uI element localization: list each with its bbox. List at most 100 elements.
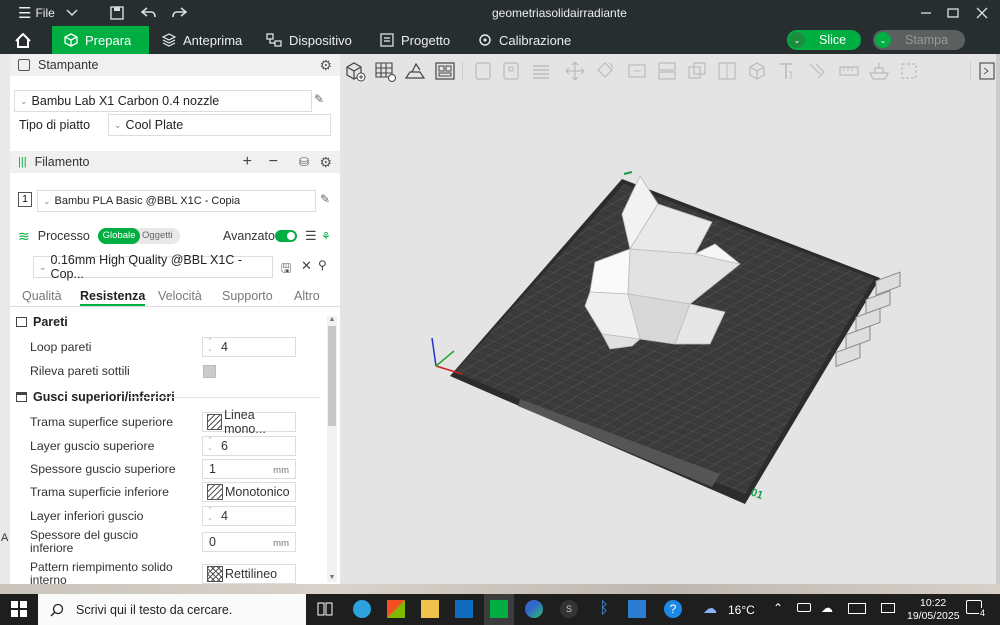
search-icon[interactable]: ⚲ [318,258,327,272]
add-icon[interactable]: + [243,153,252,171]
bluetooth-icon[interactable]: ᛒ [595,600,613,618]
pattern-icon [207,566,223,582]
edit-icon[interactable]: ✎ [314,92,324,106]
file-menu[interactable]: ☰ File [18,0,55,26]
home-button[interactable] [0,26,52,54]
stepper-icon[interactable]: ⌃ ⌄ [203,507,217,525]
chevron-up-icon[interactable]: ⌃ [773,601,783,615]
tab-velocita[interactable]: Velocità [158,289,202,303]
outlook-icon[interactable] [455,600,473,618]
minimize-icon[interactable] [920,0,932,26]
list-icon[interactable]: ☰ [305,228,317,244]
bottom-pattern-label: Trama superficie inferiore [30,485,169,499]
bottom-thickness-value: 0 [209,535,216,549]
cloud-icon[interactable]: ☁ [821,601,833,615]
tab-altro[interactable]: Altro [294,289,320,303]
home-icon [14,32,31,48]
weather-icon: ☁ [703,600,717,616]
hamburger-icon: ☰ [18,5,32,22]
plate-type-select[interactable]: ⌄ Cool Plate [108,114,331,136]
infill-pattern-select[interactable]: Rettilineo [202,564,296,584]
tab-progetto[interactable]: Progetto [380,26,450,54]
filament-select[interactable]: ⌄ Bambu PLA Basic @BBL X1C - Copia [37,190,316,212]
infill-pattern-value: Rettilineo [225,567,278,581]
weather-temp: 16°C [728,603,755,617]
clock-time[interactable]: 10:22 [920,597,946,609]
title-bar: ☰ File geometriasolidairradiante [0,0,1000,26]
edge-text: A [1,532,9,544]
pattern-icon [207,484,223,500]
gear-icon[interactable]: ⚙ [319,154,332,171]
tab-anteprima[interactable]: Anteprima [162,26,242,54]
printer-icon [18,59,30,71]
process-tabs: Qualità Resistenza Velocità Supporto Alt… [10,286,340,308]
help-icon[interactable]: ? [664,600,682,618]
close-icon[interactable] [976,0,988,26]
toggle-global[interactable]: Globale [98,228,140,244]
search-box[interactable]: Scrivi qui il testo da cercare. [38,594,306,625]
chevron-down-icon[interactable] [66,0,78,26]
task-view-icon[interactable] [316,600,334,618]
3d-viewport[interactable]: 01 [340,54,996,584]
save-icon[interactable] [110,0,124,26]
process-preset-select[interactable]: ⌄ 0.16mm High Quality @BBL X1C - Cop... [33,253,273,281]
tab-prepara[interactable]: Prepara [52,26,149,54]
file-menu-label: File [35,6,55,20]
sync-icon[interactable]: ⛁ [299,155,309,169]
top-pattern-select[interactable]: Linea mono... [202,408,296,436]
gear-icon[interactable]: ⚙ [319,57,332,74]
save-icon[interactable]: 🖫 [281,259,291,280]
advanced-switch[interactable] [275,230,297,242]
edit-icon[interactable]: ✎ [320,192,330,206]
top-thickness-input[interactable]: 1 mm [202,459,296,479]
settings-panel: Stampante ⚙ ⌄ Bambu Lab X1 Carbon 0.4 no… [10,54,340,587]
filament-section-header: ||| Filamento + − ⛁ ⚙ [10,151,340,173]
close-icon[interactable]: ✕ [301,258,312,274]
scrollbar[interactable]: ▲ ▼ [327,316,337,582]
display-icon[interactable] [881,603,895,613]
bambu-studio-icon[interactable] [490,600,508,618]
print-button[interactable]: ⌄ Stampa [873,30,965,50]
edge-icon[interactable] [525,600,543,618]
desktop-background [0,584,1000,594]
compare-icon[interactable]: ⚘ [321,230,331,243]
bottom-thickness-input[interactable]: 0 mm [202,532,296,552]
tab-calibrazione[interactable]: Calibrazione [478,26,571,54]
clock-date[interactable]: 19/05/2025 [907,610,960,622]
stepper-icon[interactable]: ⌃ ⌄ [203,437,217,455]
file-explorer-icon[interactable] [421,600,439,618]
tab-resistenza[interactable]: Resistenza [80,289,146,306]
windows-start-icon[interactable] [10,600,28,618]
thin-walls-checkbox[interactable] [203,365,216,378]
pattern-icon [207,414,223,430]
app-icon[interactable]: S [560,600,578,618]
loop-input[interactable]: ⌃ ⌄ 4 [202,337,296,357]
tab-dispositivo[interactable]: Dispositivo [266,26,352,54]
stepper-icon[interactable]: ⌃ ⌄ [203,338,217,356]
walls-header: Pareti [10,312,340,332]
top-pattern-value: Linea mono... [224,408,266,436]
loop-label: Loop pareti [30,340,92,354]
maximize-icon[interactable] [947,0,959,26]
tab-qualita[interactable]: Qualità [22,289,62,303]
redo-icon[interactable] [171,0,187,26]
scrollbar-thumb[interactable] [328,326,336,426]
store-icon[interactable] [387,600,405,618]
bottom-pattern-select[interactable]: Monotonico [202,482,296,502]
printer-select[interactable]: ⌄ Bambu Lab X1 Carbon 0.4 nozzle [14,90,312,112]
bottom-layers-label: Layer inferiori guscio [30,509,144,523]
setting-row: Trama superfice superiore Linea mono... [10,408,328,436]
remove-icon[interactable]: − [269,153,278,171]
telegram-icon[interactable] [353,600,371,618]
app-icon[interactable] [628,600,646,618]
setting-row: Loop pareti ⌃ ⌄ 4 [10,336,328,358]
toggle-objects[interactable]: Oggetti [142,228,173,244]
slice-button[interactable]: ⌄ Slice [787,30,861,50]
global-objects-toggle[interactable]: Globale Oggetti [98,228,180,244]
filament-icon: ||| [18,156,27,168]
tab-supporto[interactable]: Supporto [222,289,273,303]
undo-icon[interactable] [141,0,157,26]
keyboard-icon[interactable] [848,603,866,614]
top-layers-input[interactable]: ⌃ ⌄ 6 [202,436,296,456]
bottom-layers-input[interactable]: ⌃ ⌄ 4 [202,506,296,526]
